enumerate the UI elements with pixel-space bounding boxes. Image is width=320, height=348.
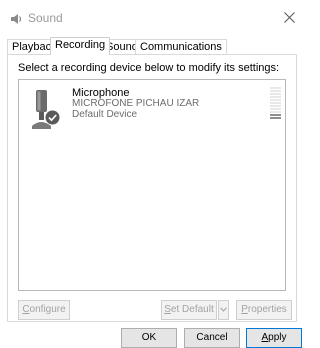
apply-button[interactable]: Apply [246, 328, 302, 348]
title-bar: Sound [0, 0, 303, 36]
window-title: Sound [28, 11, 63, 25]
close-icon [284, 12, 295, 23]
device-list[interactable]: Microphone MICROFONE PICHAU IZAR Default… [18, 79, 286, 291]
recording-panel: Select a recording device below to modif… [7, 54, 297, 322]
cancel-button[interactable]: Cancel [184, 328, 240, 348]
level-segment [270, 93, 281, 95]
properties-button[interactable]: Properties [236, 300, 292, 320]
level-segment [270, 96, 281, 98]
instruction-text: Select a recording device below to modif… [18, 62, 280, 74]
chevron-down-icon [220, 307, 227, 312]
level-segment [270, 87, 281, 89]
tab-recording[interactable]: Recording [50, 37, 111, 55]
set-default-dropdown[interactable] [218, 300, 229, 320]
level-segment [270, 90, 281, 92]
default-check-icon [45, 110, 60, 125]
level-segment [270, 108, 281, 110]
level-segment [270, 99, 281, 101]
device-description: MICROFONE PICHAU IZAR [72, 98, 200, 109]
speaker-icon [9, 12, 23, 26]
level-segment [270, 105, 281, 107]
tab-communications[interactable]: Communications [135, 39, 227, 55]
configure-button[interactable]: Configure [18, 300, 70, 320]
device-status: Default Device [72, 109, 138, 120]
level-segment [270, 114, 281, 116]
close-button[interactable] [277, 4, 303, 30]
level-segment [270, 117, 281, 119]
level-meter [270, 87, 281, 121]
ok-button[interactable]: OK [121, 328, 177, 348]
level-segment [270, 111, 281, 113]
set-default-button[interactable]: Set Default [161, 300, 217, 320]
level-segment [270, 102, 281, 104]
